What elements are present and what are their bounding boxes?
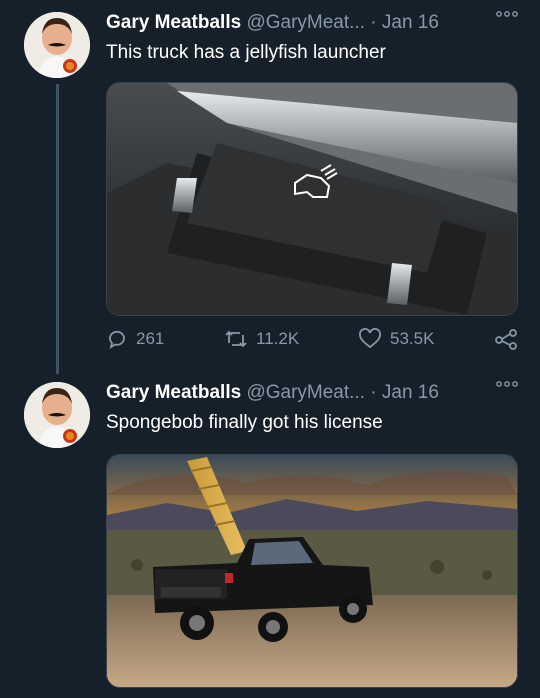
retweet-count: 11.2K bbox=[256, 329, 300, 348]
tweet-header: Gary Meatballs @GaryMeat... · Jan 16 bbox=[106, 382, 439, 404]
tweet-date[interactable]: Jan 16 bbox=[382, 12, 439, 33]
tweet-2[interactable]: Gary Meatballs @GaryMeat... · Jan 16 Spo… bbox=[0, 370, 540, 698]
avatar-portrait-image bbox=[24, 382, 90, 448]
reply-button[interactable]: 261 bbox=[106, 328, 164, 350]
avatar-portrait-image bbox=[24, 12, 90, 78]
tweet-header: Gary Meatballs @GaryMeat... · Jan 16 bbox=[106, 12, 439, 34]
like-button[interactable]: 53.5K bbox=[358, 328, 434, 350]
tweet-date[interactable]: Jan 16 bbox=[382, 382, 439, 403]
separator: · bbox=[370, 12, 377, 33]
tweet-text: Spongebob finally got his license bbox=[106, 412, 383, 433]
author-name[interactable]: Gary Meatballs bbox=[106, 382, 241, 403]
thread-line bbox=[56, 84, 59, 374]
share-button[interactable] bbox=[494, 328, 518, 350]
reply-count: 261 bbox=[136, 329, 165, 348]
more-options-icon[interactable] bbox=[496, 6, 518, 24]
retweet-icon bbox=[225, 330, 247, 348]
author-handle[interactable]: @GaryMeat... bbox=[246, 382, 365, 403]
avatar[interactable] bbox=[24, 382, 90, 448]
heart-icon bbox=[359, 328, 381, 349]
author-name[interactable]: Gary Meatballs bbox=[106, 12, 241, 33]
more-options-icon[interactable] bbox=[496, 376, 518, 394]
like-count: 53.5K bbox=[390, 329, 435, 348]
share-icon bbox=[495, 329, 517, 350]
reply-icon bbox=[109, 330, 125, 349]
author-handle[interactable]: @GaryMeat... bbox=[246, 12, 365, 33]
retweet-button[interactable]: 11.2K bbox=[224, 328, 299, 350]
tweet-text: This truck has a jellyfish launcher bbox=[106, 42, 386, 63]
tweet-image-truck-button[interactable] bbox=[106, 82, 518, 316]
tweet-actions: 261 11.2K 53.5K bbox=[106, 328, 520, 358]
tweet-1[interactable]: Gary Meatballs @GaryMeat... · Jan 16 Thi… bbox=[0, 0, 540, 374]
separator: · bbox=[370, 382, 377, 403]
avatar[interactable] bbox=[24, 12, 90, 78]
tweet-image-pickup-truck[interactable] bbox=[106, 454, 518, 688]
